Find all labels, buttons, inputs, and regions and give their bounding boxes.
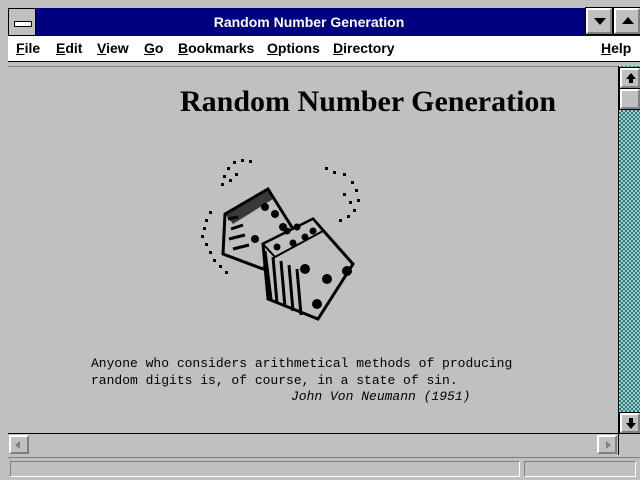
scroll-right-button[interactable] bbox=[597, 435, 617, 454]
scroll-left-button[interactable] bbox=[9, 435, 29, 454]
menu-options[interactable]: Options bbox=[267, 36, 320, 61]
status-progress-indicator bbox=[524, 461, 636, 477]
scroll-up-button[interactable] bbox=[619, 67, 640, 89]
arrow-right-icon bbox=[606, 441, 611, 449]
quote-text: Anyone who considers arithmetical method… bbox=[91, 355, 512, 389]
menu-bar: File Edit View Go Bookmarks Options Dire… bbox=[8, 36, 640, 62]
menu-directory[interactable]: Directory bbox=[333, 36, 394, 61]
quote-line-1: Anyone who considers arithmetical method… bbox=[91, 356, 513, 371]
menu-help[interactable]: Help bbox=[601, 36, 631, 61]
horizontal-scrollbar[interactable] bbox=[8, 433, 618, 455]
document-view[interactable]: Random Number Generation Anyone who cons… bbox=[8, 66, 618, 434]
menu-edit[interactable]: Edit bbox=[56, 36, 82, 61]
maximize-button[interactable] bbox=[613, 7, 640, 35]
dice-image bbox=[201, 159, 360, 321]
arrow-left-icon bbox=[15, 441, 20, 449]
status-message bbox=[10, 461, 520, 477]
maximize-icon bbox=[622, 17, 634, 24]
page-heading: Random Number Generation bbox=[180, 85, 557, 118]
quote-attribution: John Von Neumann (1951) bbox=[291, 389, 471, 404]
menu-file[interactable]: File bbox=[16, 36, 40, 61]
scroll-down-button[interactable] bbox=[619, 412, 640, 434]
vertical-scroll-thumb[interactable] bbox=[619, 88, 640, 110]
browser-window: Random Number Generation File Edit View … bbox=[0, 0, 640, 480]
menu-go[interactable]: Go bbox=[144, 36, 163, 61]
window-title: Random Number Generation bbox=[213, 14, 405, 30]
system-menu-button[interactable] bbox=[8, 8, 36, 36]
menu-bookmarks[interactable]: Bookmarks bbox=[178, 36, 254, 61]
arrow-up-icon-stem bbox=[629, 79, 633, 83]
vertical-scrollbar[interactable] bbox=[618, 66, 640, 434]
quote-line-2: random digits is, of course, in a state … bbox=[91, 373, 458, 388]
title-bar[interactable]: Random Number Generation bbox=[8, 7, 640, 36]
minimize-icon bbox=[594, 18, 606, 25]
system-menu-icon bbox=[14, 21, 32, 27]
arrow-down-icon bbox=[626, 423, 636, 429]
menu-view[interactable]: View bbox=[97, 36, 129, 61]
minimize-button[interactable] bbox=[585, 7, 613, 35]
scrollbar-corner bbox=[618, 433, 640, 455]
status-bar bbox=[8, 457, 640, 480]
